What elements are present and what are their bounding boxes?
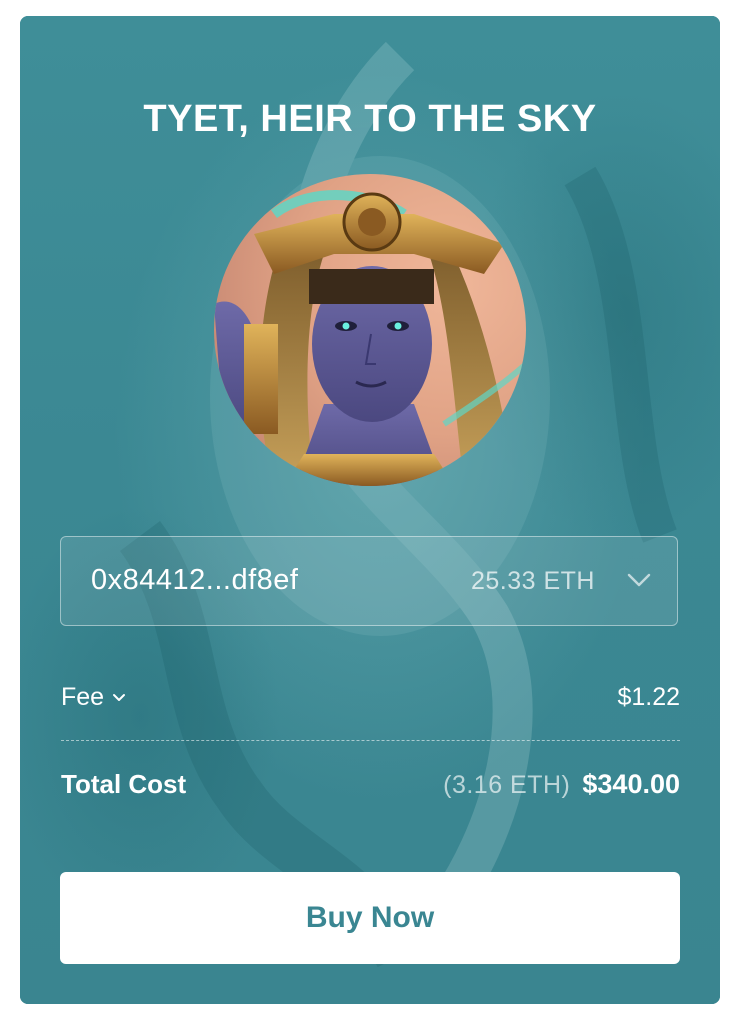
character-portrait-image bbox=[214, 174, 526, 486]
chevron-down-icon bbox=[113, 694, 126, 702]
fee-row: Fee $1.22 bbox=[61, 683, 680, 717]
total-cost-values: (3.16 ETH) $340.00 bbox=[443, 769, 680, 800]
fee-toggle[interactable]: Fee bbox=[61, 683, 126, 712]
wallet-balance: 25.33 ETH bbox=[470, 567, 595, 595]
total-cost-eth: (3.16 ETH) bbox=[443, 771, 571, 799]
total-cost-row: Total Cost (3.16 ETH) $340.00 bbox=[61, 769, 680, 805]
total-cost-usd: $340.00 bbox=[582, 769, 680, 799]
page-title: TYET, HEIR TO THE SKY bbox=[143, 98, 597, 140]
avatar bbox=[214, 174, 526, 486]
fee-value: $1.22 bbox=[617, 683, 680, 711]
fee-label: Fee bbox=[61, 683, 105, 711]
wallet-selector[interactable]: 0x84412...df8ef 25.33 ETH bbox=[60, 536, 678, 626]
buy-now-button[interactable]: Buy Now bbox=[60, 872, 680, 964]
chevron-down-icon bbox=[627, 573, 651, 587]
divider bbox=[61, 740, 680, 741]
wallet-address: 0x84412...df8ef bbox=[91, 564, 299, 596]
purchase-card: TYET, HEIR TO THE SKY 0x84412...df8ef 25… bbox=[20, 16, 720, 1004]
total-cost-label: Total Cost bbox=[61, 769, 187, 799]
background-artwork bbox=[119, 41, 677, 968]
